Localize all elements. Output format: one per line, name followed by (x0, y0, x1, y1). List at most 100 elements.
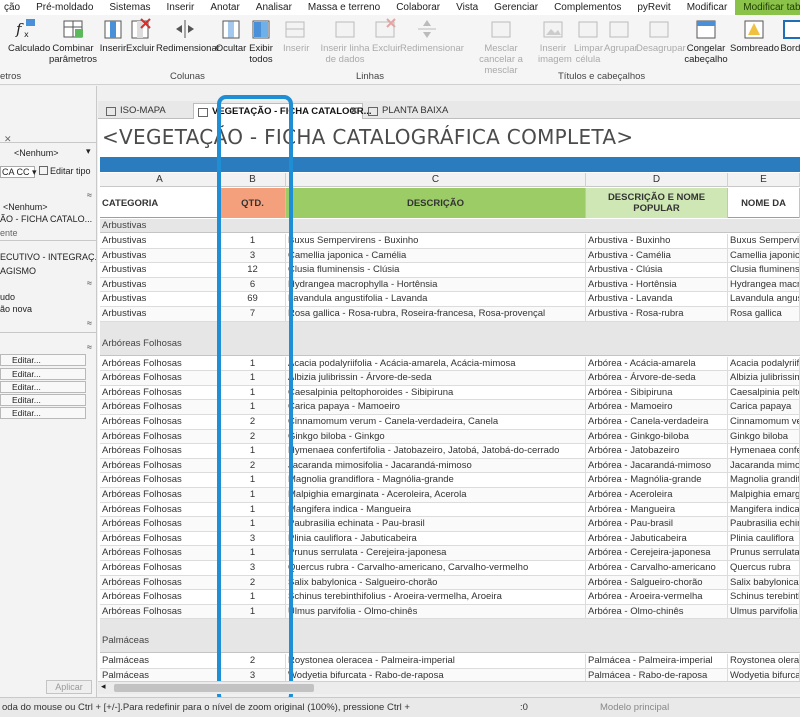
name-cell[interactable]: Buxus Sempervire (728, 234, 800, 248)
qty-cell[interactable]: 2 (220, 654, 286, 669)
category-cell[interactable]: Arbóreas Folhosas (100, 473, 220, 488)
popular-name-cell[interactable]: Arbórea - Olmo-chinês (586, 604, 728, 619)
category-cell[interactable]: Arbóreas Folhosas (100, 385, 220, 400)
collapse-chevron-icon[interactable]: ≈ (87, 342, 92, 352)
table-row[interactable]: Palmáceas 2 Roystonea oleracea - Palmeira-… (100, 654, 800, 669)
category-cell[interactable]: Arbóreas Folhosas (100, 604, 220, 619)
description-cell[interactable]: Carica papaya - Mamoeiro (286, 400, 586, 415)
table-row[interactable]: Arbóreas Folhosas 1 Paubrasilia echinata -… (100, 517, 800, 532)
menu-item[interactable]: Gerenciar (486, 0, 546, 15)
name-cell[interactable]: Malpighia emargi (728, 488, 800, 502)
name-cell[interactable]: Prunus serrulata (728, 546, 800, 561)
description-cell[interactable]: Buxus Sempervirens - Buxinho (286, 234, 586, 248)
table-row[interactable]: Arbustivas 3 Camellia japonica - Camélia Ar… (100, 248, 800, 264)
description-cell[interactable]: Mangifera indica - Mangueira (286, 502, 586, 517)
edit-appearance-button[interactable]: Editar... (0, 407, 86, 419)
category-cell[interactable]: Arbóreas Folhosas (100, 561, 220, 575)
qty-cell[interactable]: 7 (220, 307, 286, 321)
category-cell[interactable]: Arbóreas Folhosas (100, 458, 220, 473)
menu-item[interactable]: Massa e terreno (300, 0, 388, 15)
description-cell[interactable]: Cinnamomum verum - Canela-verdadeira, Ca… (286, 415, 586, 429)
qty-cell[interactable]: 1 (220, 488, 286, 502)
popular-name-cell[interactable]: Arbórea - Árvore-de-seda (586, 371, 728, 386)
name-cell[interactable]: Caesalpinia pelto (728, 385, 800, 400)
type-selector[interactable]: CA CC ▾ (0, 166, 37, 178)
category-cell[interactable]: Arbustivas (100, 277, 220, 292)
name-cell[interactable]: Clusia fluminensi (728, 263, 800, 278)
description-cell[interactable]: Hymenaea confertifolia - Jatobazeiro, Ja… (286, 444, 586, 459)
popular-name-cell[interactable]: Arbórea - Acácia-amarela (586, 356, 728, 371)
description-cell[interactable]: Lavandula angustifolia - Lavanda (286, 292, 586, 307)
name-cell[interactable]: Hydrangea macro (728, 277, 800, 292)
name-cell[interactable]: Roystonea olerac (728, 654, 800, 669)
table-row[interactable]: Arbóreas Folhosas 3 Quercus rubra - Carval… (100, 561, 800, 576)
description-cell[interactable]: Salix babylonica - Salgueiro-chorão (286, 575, 586, 590)
qty-cell[interactable]: 2 (220, 415, 286, 429)
name-cell[interactable]: Paubrasilia echin (728, 517, 800, 532)
category-cell[interactable]: Arbustivas (100, 248, 220, 263)
menu-item[interactable]: Inserir (159, 0, 203, 15)
name-cell[interactable]: Salix babylonica (728, 575, 800, 590)
menu-item[interactable]: Anotar (202, 0, 247, 15)
name-cell[interactable]: Carica papaya (728, 400, 800, 415)
category-cell[interactable]: Arbóreas Folhosas (100, 590, 220, 605)
qty-cell[interactable]: 12 (220, 263, 286, 278)
menu-item[interactable]: ção (0, 0, 28, 15)
category-cell[interactable]: Arbustivas (100, 292, 220, 307)
popular-name-cell[interactable]: Arbórea - Carvalho-americano (586, 561, 728, 575)
popular-name-cell[interactable]: Arbórea - Salgueiro-chorão (586, 575, 728, 590)
edit-formatting-button[interactable]: Editar... (0, 394, 86, 406)
table-row[interactable]: Arbustivas 7 Rosa gallica - Rosa-rubra, Ro… (100, 307, 800, 322)
name-cell[interactable]: Camellia japonica (728, 248, 800, 263)
name-cell[interactable]: Albizia julibrissin (728, 371, 800, 386)
qty-cell[interactable]: 2 (220, 429, 286, 444)
name-cell[interactable]: Rosa gallica (728, 307, 800, 321)
popular-name-cell[interactable]: Arbórea - Mangueira (586, 502, 728, 517)
delete-column-button[interactable]: Excluir (126, 17, 155, 54)
resize-row-button[interactable]: Redimensionar (400, 17, 464, 54)
description-cell[interactable]: Acacia podalyriifolia - Acácia-amarela, … (286, 356, 586, 371)
name-cell[interactable]: Acacia podalyriifo (728, 356, 800, 371)
edit-sorting-button[interactable]: Editar... (0, 381, 86, 393)
show-all-button[interactable]: Exibir todos (246, 17, 276, 65)
qty-cell[interactable]: 1 (220, 444, 286, 459)
shading-button[interactable]: Sombreado (730, 17, 779, 54)
edit-fields-button[interactable]: Editar... (0, 354, 86, 366)
popular-name-cell[interactable]: Arbustiva - Hortênsia (586, 277, 728, 292)
table-row[interactable]: Arbóreas Folhosas 2 Cinnamomum verum - Can… (100, 415, 800, 430)
description-cell[interactable]: Hydrangea macrophylla - Hortênsia (286, 277, 586, 292)
qty-cell[interactable]: 6 (220, 277, 286, 292)
table-row[interactable]: Arbustivas 1 Buxus Sempervirens - Buxinho A… (100, 234, 800, 249)
popular-name-cell[interactable]: Arbórea - Jatobazeiro (586, 444, 728, 459)
close-tab-icon[interactable]: ✕ (350, 104, 358, 120)
description-cell[interactable]: Caesalpinia peltophoroides - Sibipiruna (286, 385, 586, 400)
collapse-chevron-icon[interactable]: ≈ (87, 318, 92, 328)
description-cell[interactable]: Ulmus parvifolia - Olmo-chinês (286, 604, 586, 619)
ungroup-button[interactable]: Desagrupar (636, 17, 686, 54)
description-cell[interactable]: Jacaranda mimosifolia - Jacarandá-mimoso (286, 458, 586, 473)
apply-button[interactable]: Aplicar (46, 680, 92, 694)
insert-data-row-button[interactable]: Inserir linha de dados (320, 17, 370, 65)
insert-row-button[interactable]: Inserir (283, 17, 309, 54)
collapse-chevron-icon[interactable]: ≈ (87, 278, 92, 288)
popular-name-cell[interactable]: Arbustiva - Lavanda (586, 292, 728, 307)
menu-item[interactable]: Sistemas (101, 0, 158, 15)
popular-name-cell[interactable]: Arbórea - Cerejeira-japonesa (586, 546, 728, 561)
description-cell[interactable]: Rosa gallica - Rosa-rubra, Roseira-franc… (286, 307, 586, 321)
resize-column-button[interactable]: Redimensionar (156, 17, 220, 54)
category-cell[interactable]: Arbustivas (100, 307, 220, 321)
popular-name-cell[interactable]: Arbustiva - Clúsia (586, 263, 728, 278)
column-letter[interactable]: B (220, 173, 286, 187)
popular-name-cell[interactable]: Arbórea - Magnólia-grande (586, 473, 728, 488)
freeze-header-button[interactable]: Congelar cabeçalho (684, 17, 728, 65)
category-cell[interactable]: Arbóreas Folhosas (100, 546, 220, 561)
menu-item[interactable]: Modificar tabela/quantidades (735, 0, 800, 15)
group-button[interactable]: Agrupar (604, 17, 638, 54)
popular-name-cell[interactable]: Arbórea - Canela-verdadeira (586, 415, 728, 429)
column-header[interactable]: CATEGORIA (100, 188, 220, 218)
table-row[interactable]: Arbóreas Folhosas 2 Salix babylonica - Sal… (100, 575, 800, 591)
menu-item[interactable]: Complementos (546, 0, 629, 15)
description-cell[interactable]: Camellia japonica - Camélia (286, 248, 586, 263)
table-row[interactable]: Arbóreas Folhosas 1 Hymenaea confertifolia… (100, 444, 800, 459)
popular-name-cell[interactable]: Arbórea - Pau-brasil (586, 517, 728, 532)
